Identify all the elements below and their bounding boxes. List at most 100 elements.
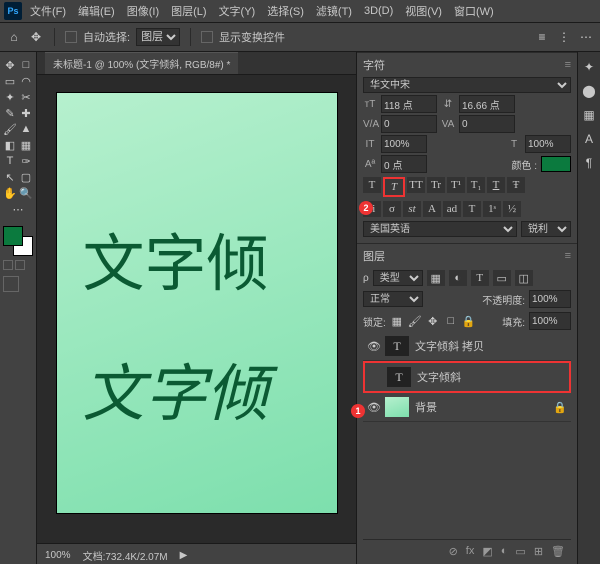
layer-name[interactable]: 文字倾斜 拷贝: [415, 338, 484, 354]
eyedrop-tool[interactable]: ✎: [3, 106, 17, 120]
baseline[interactable]: [381, 155, 427, 173]
text-color[interactable]: [541, 156, 571, 172]
filter-adjust-icon[interactable]: ◐: [449, 270, 467, 286]
lock-trans-icon[interactable]: ▦: [390, 314, 404, 328]
canvas[interactable]: 文字倾 文字倾: [57, 93, 337, 513]
link-icon[interactable]: ⊘: [449, 545, 458, 558]
stamp-tool[interactable]: ▲: [19, 122, 33, 136]
antialias[interactable]: 锐利: [521, 221, 571, 237]
color-swatch[interactable]: [3, 226, 33, 292]
filter-type-icon[interactable]: T: [471, 270, 489, 286]
visibility-icon[interactable]: 👁: [367, 401, 379, 414]
font-size[interactable]: [381, 95, 437, 113]
visibility-icon[interactable]: 👁: [367, 340, 379, 353]
ot-t[interactable]: T: [463, 201, 481, 217]
layer-filter-kind[interactable]: 类型: [373, 270, 423, 286]
menu-window[interactable]: 窗口(W): [454, 3, 494, 19]
filter-shape-icon[interactable]: ▭: [493, 270, 511, 286]
menu-3d[interactable]: 3D(D): [364, 5, 393, 17]
align-icon[interactable]: ≡: [534, 29, 550, 45]
paragraph-icon[interactable]: ¶: [586, 156, 592, 170]
crop-tool[interactable]: ✂: [19, 90, 33, 104]
layers-menu-icon[interactable]: ≡: [565, 250, 571, 262]
fill-value[interactable]: [529, 312, 571, 330]
lock-nest-icon[interactable]: □: [444, 314, 458, 328]
style-allcaps[interactable]: TT: [407, 177, 425, 193]
style-strike[interactable]: Ŧ: [507, 177, 525, 193]
hand-tool[interactable]: ✋: [3, 186, 17, 200]
leading[interactable]: [459, 95, 515, 113]
hscale[interactable]: [525, 135, 571, 153]
fx-icon[interactable]: fx: [466, 545, 475, 557]
lock-paint-icon[interactable]: 🖌: [408, 314, 422, 328]
kerning[interactable]: [381, 115, 437, 133]
swatches-icon[interactable]: ▦: [583, 108, 594, 122]
showcontrols-checkbox[interactable]: [201, 31, 213, 43]
trash-icon[interactable]: 🗑: [551, 545, 565, 558]
ot-sigma[interactable]: σ: [383, 201, 401, 217]
path-tool[interactable]: ↖: [3, 170, 17, 184]
color-icon[interactable]: ⬤: [582, 84, 595, 98]
pen-tool[interactable]: ✑: [19, 154, 33, 168]
ot-half[interactable]: ½: [503, 201, 521, 217]
filter-img-icon[interactable]: ▦: [427, 270, 445, 286]
menu-file[interactable]: 文件(F): [30, 3, 66, 19]
ot-1st[interactable]: 1ˢ: [483, 201, 501, 217]
menu-view[interactable]: 视图(V): [405, 3, 442, 19]
brush-tool[interactable]: 🖌: [3, 122, 17, 136]
ot-st[interactable]: st: [403, 201, 421, 217]
menu-filter[interactable]: 滤镜(T): [316, 3, 352, 19]
language[interactable]: 美国英语: [363, 221, 517, 237]
doc-tab[interactable]: 未标题-1 @ 100% (文字倾斜, RGB/8#) *: [45, 52, 238, 74]
new-layer-icon[interactable]: ⊞: [534, 545, 543, 558]
more-icon[interactable]: ⋯: [578, 29, 594, 45]
mask-icon[interactable]: ◩: [482, 545, 492, 558]
style-italic[interactable]: T: [383, 177, 405, 197]
adjust-icon[interactable]: ◐: [501, 545, 508, 557]
menu-layer[interactable]: 图层(L): [171, 3, 206, 19]
wand-tool[interactable]: ✦: [3, 90, 17, 104]
style-bold[interactable]: T: [363, 177, 381, 193]
foreground-color[interactable]: [3, 226, 23, 246]
layer-row[interactable]: 👁 T 文字倾斜 拷贝: [363, 332, 571, 361]
artboard-tool[interactable]: □: [19, 58, 33, 72]
filter-smart-icon[interactable]: ◫: [515, 270, 533, 286]
blend-mode[interactable]: 正常: [363, 291, 423, 307]
more-tools[interactable]: ⋯: [11, 202, 25, 216]
zoom-tool[interactable]: 🔍: [19, 186, 33, 200]
shape-tool[interactable]: ▢: [19, 170, 33, 184]
style-smallcaps[interactable]: Tr: [427, 177, 445, 193]
autoselect-checkbox[interactable]: [65, 31, 77, 43]
menu-type[interactable]: 文字(Y): [219, 3, 256, 19]
menu-select[interactable]: 选择(S): [267, 3, 304, 19]
heal-tool[interactable]: ✚: [19, 106, 33, 120]
font-family[interactable]: 华文中宋: [363, 77, 571, 93]
layer-row[interactable]: T 文字倾斜: [363, 361, 571, 393]
layer-row[interactable]: 👁 背景 🔒: [363, 393, 571, 422]
character2-icon[interactable]: A: [585, 132, 593, 146]
menu-edit[interactable]: 编辑(E): [78, 3, 115, 19]
style-underline[interactable]: T: [487, 177, 505, 193]
ot-ad[interactable]: ad: [443, 201, 461, 217]
group-icon[interactable]: ▭: [515, 545, 525, 558]
marquee-tool[interactable]: ▭: [3, 74, 17, 88]
ot-a[interactable]: A: [423, 201, 441, 217]
vscale[interactable]: [381, 135, 427, 153]
tracking[interactable]: [459, 115, 515, 133]
style-sub[interactable]: T₁: [467, 177, 485, 193]
eraser-tool[interactable]: ◧: [3, 138, 17, 152]
menu-image[interactable]: 图像(I): [127, 3, 159, 19]
quickmask-icon[interactable]: [3, 276, 19, 292]
panel-menu-icon[interactable]: ≡: [565, 59, 571, 71]
opacity-value[interactable]: [529, 290, 571, 308]
move-tool[interactable]: ✥: [3, 58, 17, 72]
move-icon[interactable]: ✥: [28, 29, 44, 45]
style-super[interactable]: T¹: [447, 177, 465, 193]
zoom-level[interactable]: 100%: [45, 550, 71, 561]
type-tool[interactable]: T: [3, 154, 17, 168]
gradient-tool[interactable]: ▦: [19, 138, 33, 152]
lasso-tool[interactable]: ◠: [19, 74, 33, 88]
history-icon[interactable]: ✦: [584, 60, 594, 74]
home-icon[interactable]: ⌂: [6, 29, 22, 45]
align2-icon[interactable]: ⋮: [556, 29, 572, 45]
